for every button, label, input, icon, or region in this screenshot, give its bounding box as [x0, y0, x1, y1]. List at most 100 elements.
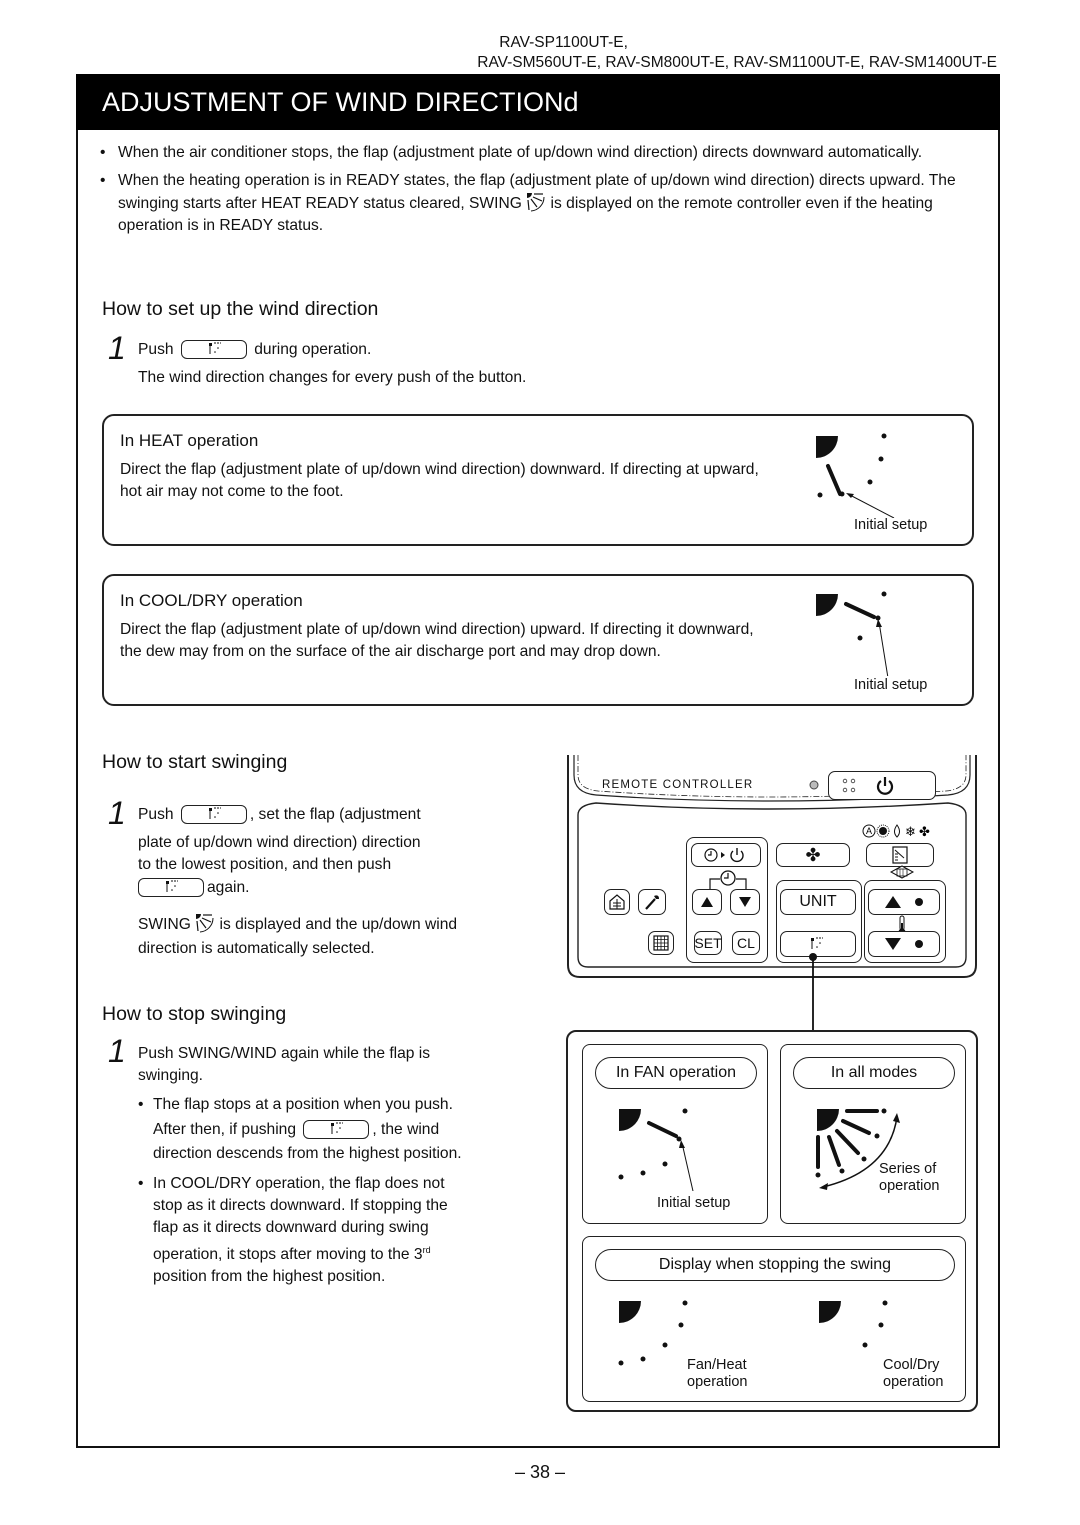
swing-wind-button[interactable]: [138, 878, 204, 898]
heat-caption: Initial setup: [854, 517, 928, 533]
temp-down-button[interactable]: [868, 931, 940, 957]
fan-heat-caption: Fan/Heat operation: [687, 1357, 747, 1391]
push-label: Push: [138, 341, 174, 358]
fan-operation-label: In FAN operation: [595, 1057, 757, 1089]
stop-display-panel: Display when stopping the swing Fan/Heat…: [582, 1236, 966, 1402]
stop-bullet-2-line: flap as it directs downward during swing: [153, 1219, 429, 1236]
start-step-line3: to the lowest position, and then push: [138, 856, 392, 873]
time-up-button[interactable]: [692, 889, 722, 915]
swing-wind-button-icon: [208, 342, 221, 355]
unit-button[interactable]: UNIT: [780, 889, 856, 915]
grid-icon: [653, 935, 669, 951]
swing-wind-button[interactable]: [303, 1120, 370, 1140]
intro-bullet: When the air conditioner stops, the flap…: [100, 142, 990, 164]
cool-box-text: Direct the flap (adjustment plate of up/…: [120, 621, 754, 660]
flap-housing-icon: [816, 436, 838, 458]
arrow-line: [878, 621, 889, 676]
mode-icon: [892, 846, 908, 864]
cool-dry-caption-line: operation: [883, 1374, 944, 1390]
stop-step-line2: swinging.: [138, 1067, 204, 1084]
cool-flap-diagram: [816, 591, 889, 676]
remote-controller: REMOTE CONTROLLER A ❄ ✤ ✤ UNIT SET CL: [566, 755, 978, 981]
swing-label: SWING: [138, 916, 191, 933]
swing-diagram-panel: In FAN operation Initial setup In all mo…: [566, 1030, 978, 1412]
position-dot: [867, 479, 873, 485]
power-icon: [842, 776, 894, 795]
wrench-icon: [645, 895, 659, 910]
stop-bullet-1-line2: After then, if pushing , the wind: [153, 1119, 462, 1141]
svg-text:❄: ❄: [905, 825, 916, 839]
heat-operation-box: In HEAT operation Direct the flap (adjus…: [102, 414, 974, 546]
stop-bullet-1-line3: direction descends from the highest posi…: [153, 1145, 462, 1162]
timer-off-icon: [704, 848, 744, 863]
series-caption-line: operation: [879, 1178, 940, 1194]
start-step-line2: plate of up/down wind direction) directi…: [138, 834, 421, 851]
temp-up-button[interactable]: [868, 889, 940, 915]
push-after: during operation.: [254, 341, 372, 358]
series-caption-line: Series of: [879, 1161, 937, 1177]
ventilation-button[interactable]: [604, 889, 630, 915]
swing-wind-button-icon: [331, 1122, 344, 1135]
cl-button[interactable]: CL: [732, 931, 760, 955]
swing-wind-button-icon: [208, 807, 221, 820]
all-modes-label: In all modes: [793, 1057, 955, 1089]
cool-dry-caption: Cool/Dry operation: [883, 1357, 943, 1391]
cool-dry-caption-line: Cool/Dry: [883, 1357, 940, 1373]
schedule-button[interactable]: [648, 931, 674, 955]
bullet-text: , the wind: [372, 1121, 440, 1138]
arrow-line: [847, 493, 895, 518]
swing-after: is displayed and the up/down wind: [219, 916, 458, 933]
position-dot: [857, 635, 863, 641]
up-triangle-icon: [701, 897, 713, 907]
stop-swing-heading: How to stop swinging: [102, 1003, 287, 1025]
maintenance-button[interactable]: [638, 889, 666, 915]
callout-connector: [809, 953, 817, 1032]
fan-icon: ✤: [805, 844, 821, 866]
intro-bullets: When the air conditioner stops, the flap…: [100, 142, 990, 243]
flap-position-icon: [826, 464, 842, 496]
time-down-button[interactable]: [730, 889, 760, 915]
temp-up-icon: [885, 896, 923, 908]
swing-wind-button[interactable]: [180, 340, 247, 360]
swing-icon: [196, 914, 214, 933]
set-button[interactable]: SET: [694, 931, 722, 955]
fan-operation-panel: In FAN operation Initial setup: [582, 1044, 768, 1224]
start-swing-display-line: SWING is displayed and the up/down wind: [138, 913, 457, 936]
stop-bullet-2-line: position from the highest position.: [153, 1268, 386, 1286]
fan-flap-diagram: [618, 1108, 694, 1191]
model-line-2: RAV-SM560UT-E, RAV-SM800UT-E, RAV-SM1100…: [477, 54, 997, 71]
fan-button[interactable]: ✤: [776, 843, 850, 867]
page-title: ADJUSTMENT OF WIND DIRECTIONd: [76, 74, 1000, 130]
stop-bullet-2-line: In COOL/DRY operation, the flap does not: [153, 1175, 445, 1192]
bullet-text: operation, it stops after moving to the …: [153, 1246, 423, 1264]
power-button[interactable]: [828, 771, 936, 800]
ordinal-suffix: rd: [422, 1245, 431, 1255]
heat-box-text: Direct the flap (adjustment plate of up/…: [120, 461, 759, 500]
start-swing-display-line2: direction is automatically selected.: [138, 940, 375, 957]
mode-button[interactable]: [866, 843, 934, 867]
flap-housing-icon: [816, 594, 838, 616]
start-swing-heading: How to start swinging: [102, 751, 288, 773]
setup-step-line: Push during operation.: [138, 339, 371, 361]
setup-heading: How to set up the wind direction: [102, 298, 379, 320]
swing-wind-button[interactable]: [180, 805, 247, 825]
stop-step-line1: Push SWING/WIND again while the flap is: [138, 1045, 431, 1062]
position-dot: [839, 491, 845, 497]
swing-icon: [527, 193, 545, 212]
ventilation-icon: [609, 894, 625, 910]
indicator-lamp-icon: [809, 780, 819, 790]
start-step-line1: Push , set the flap (adjustment: [138, 804, 421, 826]
position-dot: [881, 591, 887, 597]
position-dot: [881, 433, 887, 439]
start-step-line4: again.: [135, 877, 250, 899]
stop-display-label: Display when stopping the swing: [595, 1249, 955, 1281]
page-number: – 38 –: [514, 1462, 566, 1482]
timer-off-button[interactable]: [691, 843, 761, 867]
fan-initial-caption: Initial setup: [657, 1195, 731, 1211]
cool-caption: Initial setup: [854, 677, 928, 693]
temp-down-icon: [885, 938, 923, 950]
stop-bullet-2-line: operation, it stops after moving to the …: [153, 1239, 448, 1266]
model-line-1: RAV-SP1100UT-E,: [499, 34, 628, 51]
timer-icon: [709, 870, 747, 889]
start-step-text: , set the flap (adjustment: [249, 806, 421, 823]
